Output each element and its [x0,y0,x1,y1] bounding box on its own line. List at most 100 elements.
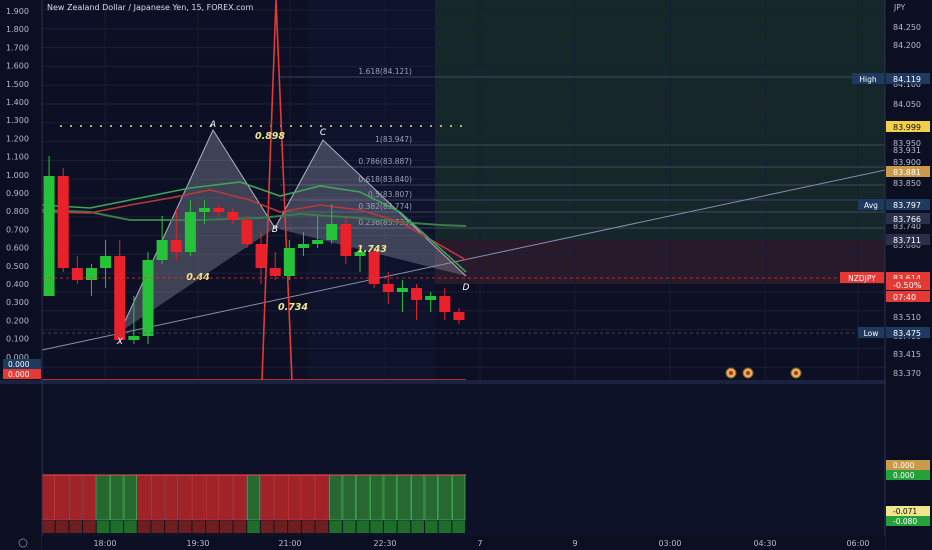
harmonic-point-b: B [272,225,278,235]
price-tick: 83.510 [893,313,921,322]
projection-zone [435,0,885,240]
histogram-bar [315,474,329,521]
candle-body [170,240,182,252]
histogram-base [438,521,452,533]
harmonic-ratio: 1.743 [357,244,387,255]
osc-right-tag: 0.000 [893,461,915,470]
left-axis-tick: 1.500 [6,80,29,89]
histogram-base [397,521,411,533]
histogram-base [233,521,247,533]
pane-separator [0,380,932,384]
histogram-base [329,521,342,533]
histogram-base [55,521,69,533]
harmonic-ratio: 0.44 [186,272,210,283]
left-axis-tick: 1.100 [6,153,29,162]
harmonic-ratio: 0.734 [278,302,308,313]
time-tick: 03:00 [658,539,681,548]
histogram-base [288,521,301,533]
left-axis-tick: 0.600 [6,244,29,253]
time-tick: 19:30 [186,539,209,548]
histogram-bar [219,474,233,521]
candle-body [269,268,281,276]
fib-label: 1(83.947) [375,135,412,144]
left-axis-tick: 0.300 [6,298,29,307]
histogram-bar [438,474,452,521]
histogram-base [315,521,329,533]
candle-body [283,248,295,276]
histogram-base [124,521,137,533]
histogram-base [151,521,165,533]
histogram-bar [151,474,165,521]
histogram-bar [178,474,192,521]
histogram-bar [424,474,438,521]
candle-body [213,208,225,212]
histogram-bar [192,474,206,521]
time-tick: 04:30 [753,539,776,548]
candle-body [382,284,394,292]
chart-canvas[interactable]: 1.618(84.121)1(83.947)0.786(83.887)0.618… [0,0,932,550]
price-tag-label: High [859,75,876,84]
candle-body [453,312,465,320]
histogram-base [219,521,233,533]
histogram-base [383,521,397,533]
price-tag-value: 83.475 [893,329,921,338]
left-axis-tick: 1.800 [6,25,29,34]
histogram-bar [69,474,83,521]
histogram-base [301,521,315,533]
harmonic-point-d: D [463,283,470,293]
chart-root: 1.618(84.121) 1(83.947) 0.786(83.887) 0.618… [0,0,932,550]
candle-body [241,220,253,244]
price-tick: 84.250 [893,23,921,32]
candle-body [227,212,239,220]
histogram-base [192,521,206,533]
price-tag-value: 84.119 [893,75,921,84]
histogram-base [411,521,424,533]
histogram-bar [233,474,247,521]
histogram-bar [383,474,397,521]
price-tag-label: Avg [864,201,878,210]
histogram-base [83,521,96,533]
price-tick: 83.931 [893,146,921,155]
histogram-base [452,521,465,533]
histogram-base [42,521,55,533]
left-axis-tick: 1.400 [6,98,29,107]
time-tick: 18:00 [93,539,116,548]
histogram-bar [205,474,220,521]
osc-tag: 0.000 [8,370,30,379]
candle-body [128,336,140,340]
candle-body [312,240,324,244]
time-tick: 21:00 [278,539,301,548]
histogram-bar [452,474,466,521]
candle-body [411,288,423,300]
fib-label: 0.786(83.887) [358,157,412,166]
left-axis-tick: 0.700 [6,225,29,234]
time-tick: 22:30 [373,539,396,548]
histogram-bar [110,474,124,521]
left-axis-tick: 0.900 [6,189,29,198]
candle-body [142,260,154,336]
histogram-base [137,521,151,533]
histogram-bar [96,474,110,521]
histogram-base [96,521,110,533]
price-tag-value: 83.711 [893,236,921,245]
histogram-bar [342,474,356,521]
histogram-base [342,521,356,533]
price-tick: 83.415 [893,350,921,359]
price-tick: 83.900 [893,158,921,167]
histogram-base [260,521,274,533]
osc-right-tag: -0.080 [893,517,917,526]
stop-zone [435,240,885,284]
event-icon-dot [729,371,733,375]
histogram-base [110,521,124,533]
candle-body [396,288,408,292]
chart-title: New Zealand Dollar / Japanese Yen, 15, F… [47,3,253,12]
histogram-bar [246,474,261,521]
candle-body [114,256,126,340]
histogram-base [370,521,383,533]
price-tick: 83.850 [893,179,921,188]
price-tick: 83.370 [893,369,921,378]
candle-body [439,296,451,312]
histogram-bar [41,474,55,521]
event-icon-dot [794,371,798,375]
harmonic-ratio: 0.898 [255,131,285,142]
